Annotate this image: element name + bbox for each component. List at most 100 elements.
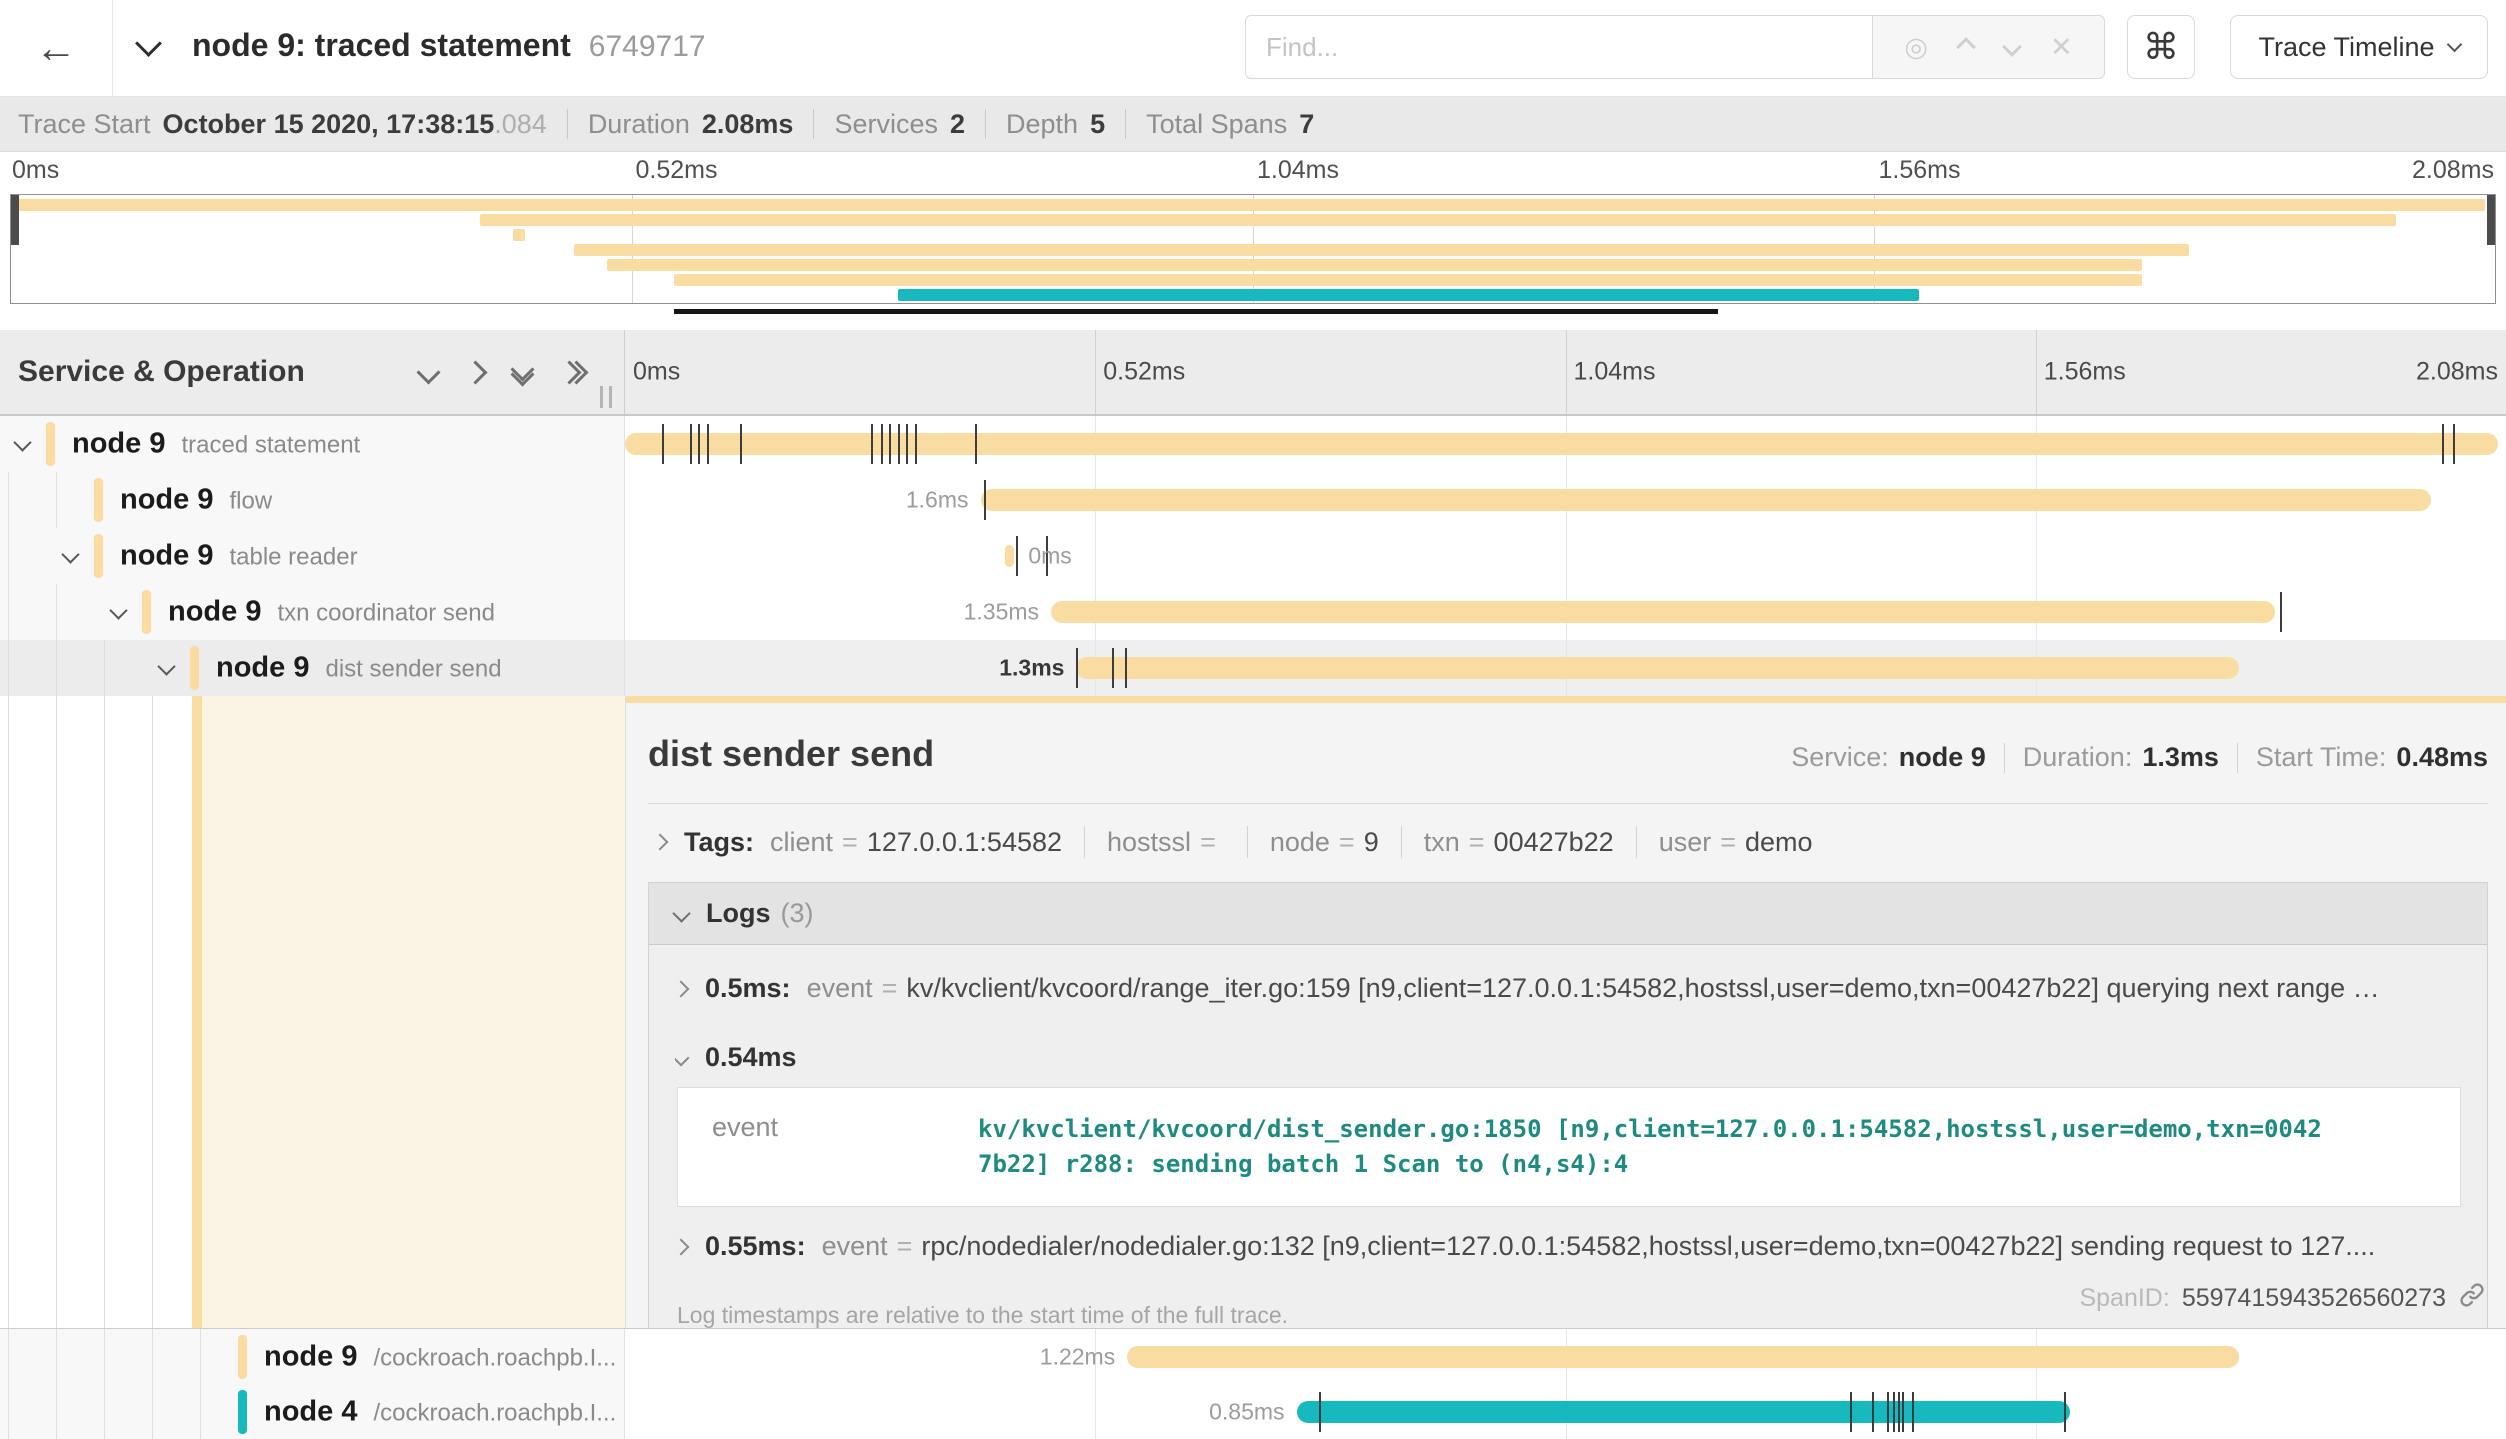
trace-summary-bar: Trace StartOctober 15 2020, 17:38:15.084… — [0, 97, 2506, 152]
indent-guide — [8, 584, 9, 640]
chevron-down-icon[interactable] — [2002, 37, 2022, 57]
log-entry-collapsed[interactable]: 0.5ms:event=kv/kvclient/kvcoord/range_it… — [675, 953, 2487, 1022]
logs-header[interactable]: Logs(3) — [649, 883, 2487, 945]
span-row[interactable]: node 9txn coordinator send1.35ms — [0, 584, 2506, 640]
span-color-bar — [238, 1335, 247, 1379]
find-input[interactable] — [1245, 15, 1873, 79]
span-color-bar — [190, 646, 199, 690]
span-timeline-cell[interactable]: 1.22ms — [625, 1329, 2506, 1384]
indent-guide — [104, 1329, 105, 1384]
span-name-cell[interactable]: node 9table reader — [0, 528, 625, 584]
span-timeline-cell[interactable]: 0ms — [625, 528, 2506, 584]
expand-all-icon[interactable] — [561, 364, 585, 381]
back-button[interactable]: ← — [0, 0, 113, 96]
minimap-scrubber-right[interactable] — [2487, 195, 2495, 245]
log-entry-collapsed[interactable]: 0.55ms:event=rpc/nodedialer/nodedialer.g… — [675, 1211, 2487, 1280]
chevron-down-icon — [157, 657, 175, 675]
span-name-cell[interactable]: node 4/cockroach.roachpb.I... — [0, 1384, 625, 1439]
keyboard-shortcuts-button[interactable]: ⌘ — [2127, 15, 2195, 79]
span-row[interactable]: node 4/cockroach.roachpb.I...0.85ms — [0, 1384, 2506, 1439]
span-row[interactable]: node 9dist sender send1.3ms — [0, 640, 2506, 696]
span-name-cell[interactable]: node 9traced statement — [0, 416, 625, 472]
trace-view-selector[interactable]: Trace Timeline — [2230, 15, 2488, 79]
span-detail-row: dist sender sendService:node 9Duration:1… — [0, 696, 2506, 1328]
span-timeline-cell[interactable]: 1.3ms — [625, 640, 2506, 696]
collapse-all-icon[interactable] — [514, 361, 531, 383]
span-name-cell[interactable]: node 9txn coordinator send — [0, 584, 625, 640]
log-timestamp: 0.54ms — [705, 1042, 797, 1073]
service-operation-header: Service & Operation — [0, 330, 625, 414]
minimap-canvas[interactable] — [10, 194, 2496, 304]
span-row[interactable]: node 9table reader0ms — [0, 528, 2506, 584]
chevron-up-icon[interactable] — [1956, 37, 1976, 57]
chevron-down-icon — [135, 30, 162, 57]
span-timeline-cell[interactable] — [625, 416, 2506, 472]
log-tick-mark — [662, 424, 664, 464]
log-timestamp: 0.5ms: — [705, 973, 791, 1004]
link-icon[interactable] — [2458, 1281, 2486, 1316]
minimap-scrubber-left[interactable] — [11, 195, 19, 245]
span-duration-bar[interactable] — [1297, 1401, 2070, 1423]
page-title: node 9: traced statement 6749717 — [192, 27, 706, 64]
indent-guide — [152, 696, 153, 1328]
span-duration-bar[interactable] — [981, 489, 2431, 511]
tags-row[interactable]: Tags:client=127.0.0.1:54582hostssl=node=… — [626, 804, 2506, 858]
span-name-cell[interactable]: node 9/cockroach.roachpb.I... — [0, 1329, 625, 1384]
equals-sign: = — [897, 1231, 913, 1262]
column-resizer-grip[interactable] — [600, 386, 612, 408]
span-timeline-cell[interactable]: 1.6ms — [625, 472, 2506, 528]
tag-key: client — [770, 827, 833, 858]
span-duration-bar[interactable] — [1051, 601, 2275, 623]
divider — [567, 109, 568, 139]
tag-value: 127.0.0.1:54582 — [867, 827, 1062, 858]
expand-chevron[interactable] — [112, 604, 125, 622]
log-tick-mark — [881, 424, 883, 464]
span-name-cell[interactable]: node 9dist sender send — [0, 640, 625, 696]
meta-label: Duration: — [2023, 742, 2133, 773]
log-entry-expanded-header[interactable]: 0.54ms — [675, 1022, 2487, 1083]
timeline-axis-tick: 2.08ms — [2416, 358, 2498, 387]
indent-guide — [56, 1329, 57, 1384]
span-duration-bar[interactable] — [1076, 657, 2238, 679]
target-icon[interactable]: ◎ — [1904, 34, 1928, 61]
summary-value: 5 — [1090, 109, 1105, 140]
chevron-down-icon — [13, 433, 31, 451]
log-field-table: eventkv/kvclient/kvcoord/dist_sender.go:… — [677, 1087, 2461, 1207]
operation-name: traced statement — [181, 432, 360, 460]
span-row[interactable]: node 9flow1.6ms — [0, 472, 2506, 528]
detail-span-title: dist sender send — [648, 733, 934, 775]
log-field-value: kv/kvclient/kvcoord/range_iter.go:159 [n… — [906, 973, 2379, 1004]
equals-sign: = — [842, 827, 858, 858]
span-duration-bar[interactable] — [1127, 1346, 2239, 1368]
divider — [1247, 826, 1248, 858]
log-tick-mark — [898, 424, 900, 464]
collapse-one-icon[interactable] — [420, 364, 437, 381]
span-timeline-cell[interactable]: 0.85ms — [625, 1384, 2506, 1439]
expand-chevron[interactable] — [64, 548, 77, 566]
indent-guide — [56, 472, 57, 528]
indent-guide — [56, 696, 57, 1328]
expand-one-icon[interactable] — [467, 364, 484, 381]
tags-label: Tags: — [684, 827, 754, 858]
indent-guide — [152, 1329, 153, 1384]
expand-chevron[interactable] — [16, 436, 29, 454]
indent-guide — [56, 640, 57, 696]
span-row[interactable]: node 9/cockroach.roachpb.I...1.22ms — [0, 1328, 2506, 1384]
span-name-cell[interactable]: node 9flow — [0, 472, 625, 528]
span-duration-bar[interactable] — [1005, 545, 1014, 567]
meta-label: Service: — [1791, 742, 1889, 773]
log-tick-mark — [906, 424, 908, 464]
logs-label: Logs — [706, 898, 771, 929]
divider — [2237, 743, 2238, 773]
gridline — [2036, 528, 2037, 584]
span-timeline-cell[interactable]: 1.35ms — [625, 584, 2506, 640]
close-icon[interactable]: ✕ — [2050, 34, 2073, 61]
equals-sign: = — [1469, 827, 1485, 858]
span-name: node 9traced statement — [72, 428, 360, 461]
trace-minimap: 0ms0.52ms1.04ms1.56ms2.08ms — [0, 152, 2506, 312]
trace-collapse-toggle[interactable] — [139, 34, 158, 58]
expand-chevron[interactable] — [160, 660, 173, 678]
span-row[interactable]: node 9traced statement — [0, 416, 2506, 472]
timeline-axis-header: 0ms0.52ms1.04ms1.56ms2.08ms — [625, 330, 2506, 414]
log-timestamp: 0.55ms: — [705, 1231, 806, 1262]
